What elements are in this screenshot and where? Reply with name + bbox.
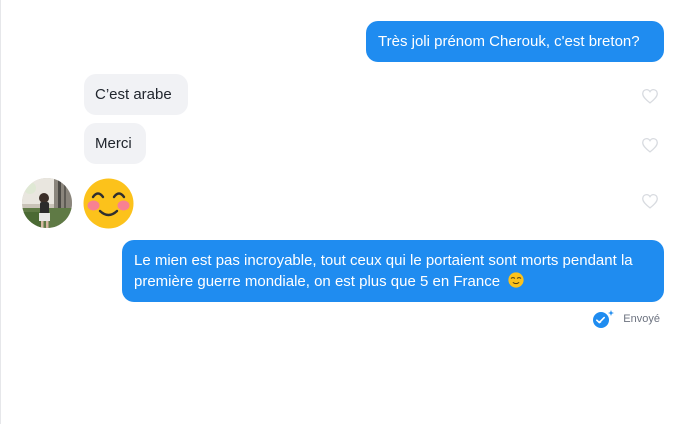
- message-text: C’est arabe: [95, 86, 172, 103]
- like-heart-icon[interactable]: [641, 193, 659, 209]
- double-check-sparkle-icon: [593, 310, 615, 328]
- message-text: Le mien est pas incroyable, tout ceux qu…: [134, 252, 633, 290]
- message-text: Très joli prénom Cherouk, c'est breton?: [378, 33, 640, 50]
- sent-message-bubble[interactable]: Très joli prénom Cherouk, c'est breton?: [366, 21, 664, 62]
- delivery-status: Envoyé: [591, 309, 660, 329]
- conversation-view: Très joli prénom Cherouk, c'est breton? …: [0, 0, 682, 424]
- received-message-bubble[interactable]: C’est arabe: [84, 74, 188, 115]
- message-text: Merci: [95, 135, 132, 152]
- received-message-bubble[interactable]: Merci: [84, 123, 146, 164]
- like-heart-icon[interactable]: [641, 137, 659, 153]
- sent-message-bubble[interactable]: Le mien est pas incroyable, tout ceux qu…: [122, 240, 664, 302]
- like-heart-icon[interactable]: [641, 88, 659, 104]
- relieved-face-emoji: [508, 272, 524, 288]
- avatar-photo: [22, 178, 72, 228]
- delivery-status-label: Envoyé: [623, 313, 660, 325]
- contact-avatar[interactable]: [22, 178, 72, 228]
- smiling-blush-emoji-message[interactable]: [83, 178, 134, 229]
